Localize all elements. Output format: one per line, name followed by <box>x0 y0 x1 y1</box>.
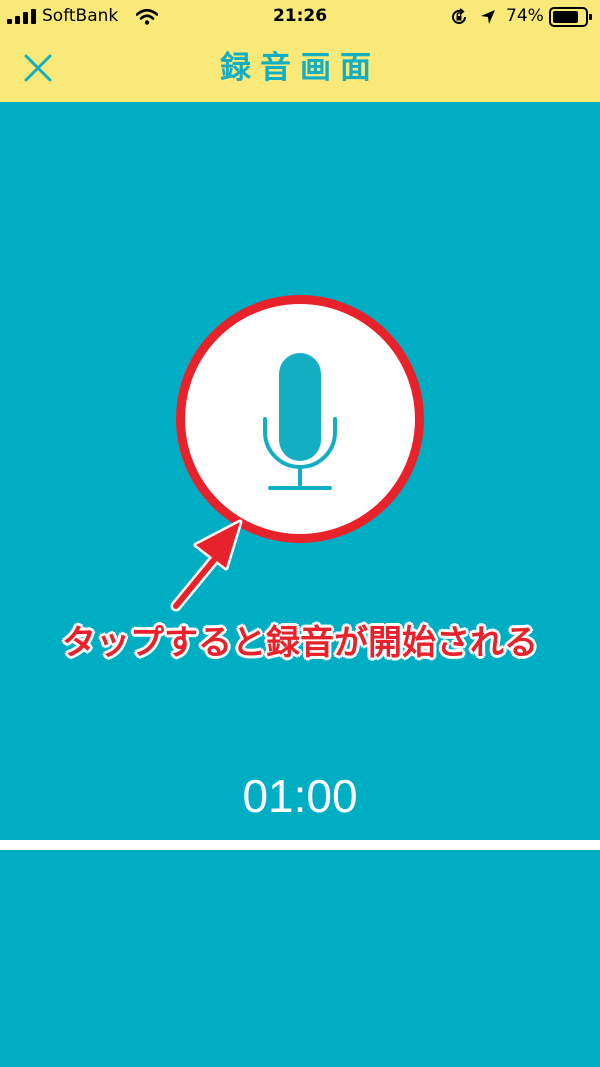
annotation-label: タップすると録音が開始される <box>62 623 538 663</box>
record-button[interactable] <box>183 302 417 536</box>
status-bar: SoftBank 21:26 74% <box>0 0 600 34</box>
battery-icon <box>549 7 592 27</box>
record-timer: 01:00 <box>242 770 358 822</box>
location-icon <box>481 10 495 24</box>
waveform-baseline <box>0 840 600 850</box>
page-title: 録音画面 <box>220 50 380 86</box>
battery-percent: 74% <box>506 6 544 26</box>
microphone-icon <box>263 353 337 490</box>
orientation-lock-icon <box>452 8 466 24</box>
